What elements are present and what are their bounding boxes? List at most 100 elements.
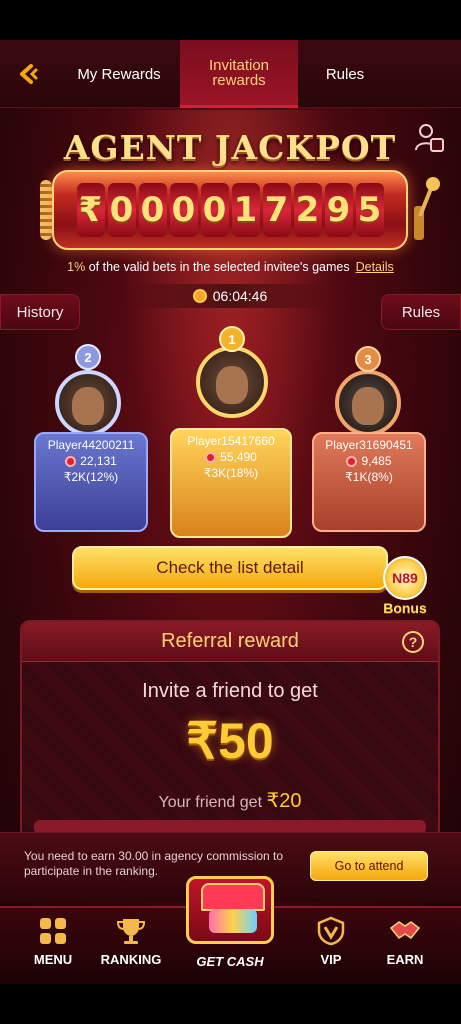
tab-label-line2: rewards [212, 71, 266, 89]
handshake-icon [389, 916, 421, 946]
get-cash-label: GET CASH [196, 954, 264, 969]
player-face [72, 386, 104, 425]
player-bets: 9,485 [314, 454, 424, 468]
nav-earn[interactable]: EARN [370, 916, 440, 980]
back-button[interactable] [16, 62, 40, 86]
player-bets: 55,490 [172, 450, 290, 464]
nav-vip[interactable]: VIP [296, 916, 366, 980]
app-screen: My Rewards Invitation rewards Rules AGEN… [0, 40, 461, 984]
tab-invitation-rewards[interactable]: Invitation rewards [180, 40, 298, 108]
jackpot-digit: 0 [169, 183, 198, 237]
bets-value: 55,490 [220, 450, 257, 464]
timer-value: 06:04:46 [212, 288, 268, 304]
jackpot-digit: 2 [293, 183, 322, 237]
top-nav: My Rewards Invitation rewards Rules [0, 40, 461, 108]
jackpot-digit: 0 [107, 183, 136, 237]
go-to-attend-button[interactable]: Go to attend [310, 851, 428, 881]
player-face [216, 366, 248, 405]
nav-ranking[interactable]: RANKING [96, 916, 166, 980]
chip-icon [65, 455, 77, 467]
user-calendar-icon [415, 124, 444, 152]
rank-badge-second: 2 [75, 344, 101, 370]
nav-label: EARN [386, 952, 424, 967]
check-list-detail-button[interactable]: Check the list detail [72, 546, 388, 590]
details-link[interactable]: Details [356, 260, 394, 274]
bets-description: 1% of the valid bets in the selected inv… [0, 260, 461, 274]
player-bets: 22,131 [36, 454, 146, 468]
avatar-first [196, 346, 268, 418]
friend-reward-prefix: Your friend get [158, 794, 267, 811]
player-reward: ₹2K(12%) [63, 470, 119, 484]
alarm-clock-icon [192, 289, 207, 303]
podium-third[interactable]: Player31690451 9,485 ₹1K(8%) [312, 432, 426, 532]
countdown-timer: 06:04:46 [130, 284, 330, 308]
gems-decoration [209, 909, 257, 933]
chip-icon [205, 451, 217, 463]
jackpot-counter: ₹ 0 0 0 0 1 7 2 9 5 [52, 170, 408, 250]
cta-label: Check the list detail [156, 558, 304, 577]
tab-my-rewards[interactable]: My Rewards [60, 40, 178, 108]
bonus-floating-button[interactable]: N89 Bonus [374, 556, 436, 618]
treasure-chest-icon [186, 876, 274, 944]
tab-rules[interactable]: Rules [300, 40, 390, 108]
history-label: History [16, 303, 64, 321]
referral-amount: ₹50 [186, 713, 274, 769]
friend-reward: Your friend get ₹20 [22, 788, 438, 813]
podium-second[interactable]: Player44200211 22,131 ₹2K(12%) [34, 432, 148, 532]
slot-lever-icon [412, 176, 442, 246]
chevron-left-icon [20, 64, 38, 84]
chest-lid [201, 883, 265, 911]
nav-menu[interactable]: MENU [18, 916, 88, 980]
referral-card: Referral reward ? Invite a friend to get… [20, 620, 440, 860]
get-cash-button[interactable]: GET CASH [170, 876, 290, 984]
jackpot-digit: 5 [355, 183, 384, 237]
history-button[interactable]: History [0, 294, 80, 330]
nav-label: VIP [320, 952, 342, 967]
jackpot-digit: 7 [262, 183, 291, 237]
menu-grid-icon [37, 916, 69, 946]
bonus-label: Bonus [383, 600, 427, 616]
referral-title: Referral reward [161, 630, 299, 652]
tab-label: Rules [325, 65, 365, 83]
referral-header: Referral reward ? [22, 622, 438, 662]
player-name: Player15417660 [187, 434, 275, 448]
jackpot-digit: 0 [138, 183, 167, 237]
chip-icon [346, 455, 358, 467]
avatar-second [55, 370, 121, 436]
friend-reward-value: ₹20 [266, 790, 302, 812]
notice-text: You need to earn 30.00 in agency commiss… [24, 849, 284, 878]
currency-symbol: ₹ [76, 183, 105, 237]
bonus-badge: N89 [383, 556, 427, 600]
bets-text: of the valid bets in the selected invite… [85, 260, 350, 274]
jackpot-digit: 9 [324, 183, 353, 237]
player-name: Player31690451 [325, 438, 413, 452]
nav-label: MENU [33, 952, 73, 967]
rules-button[interactable]: Rules [381, 294, 461, 330]
jackpot-title: AGENT JACKPOT [63, 128, 397, 167]
player-face [352, 386, 384, 425]
player-reward: ₹1K(8%) [345, 470, 393, 484]
jackpot-digit: 0 [200, 183, 229, 237]
invite-text: Invite a friend to get [142, 680, 318, 702]
spring-decoration [40, 180, 52, 240]
go-label: Go to attend [334, 859, 404, 873]
bets-value: 22,131 [80, 454, 117, 468]
status-bar [0, 0, 461, 40]
rules-label: Rules [401, 303, 441, 321]
help-icon[interactable]: ? [402, 631, 424, 653]
vip-shield-icon [315, 916, 347, 946]
invite-user-icon[interactable] [414, 122, 444, 154]
tab-label: My Rewards [77, 65, 161, 83]
podium-first[interactable]: Player15417660 55,490 ₹3K(18%) [170, 428, 292, 538]
avatar-third [335, 370, 401, 436]
bets-value: 9,485 [361, 454, 392, 468]
rank-badge-third: 3 [355, 346, 381, 372]
bets-percent: 1% [67, 260, 86, 274]
trophy-icon [115, 916, 147, 946]
player-reward: ₹3K(18%) [203, 466, 259, 480]
system-nav-bar [0, 984, 461, 1024]
player-name: Player44200211 [47, 438, 135, 452]
jackpot-digit: 1 [231, 183, 260, 237]
tab-label: Invitation [208, 56, 270, 74]
nav-label: RANKING [100, 952, 162, 967]
